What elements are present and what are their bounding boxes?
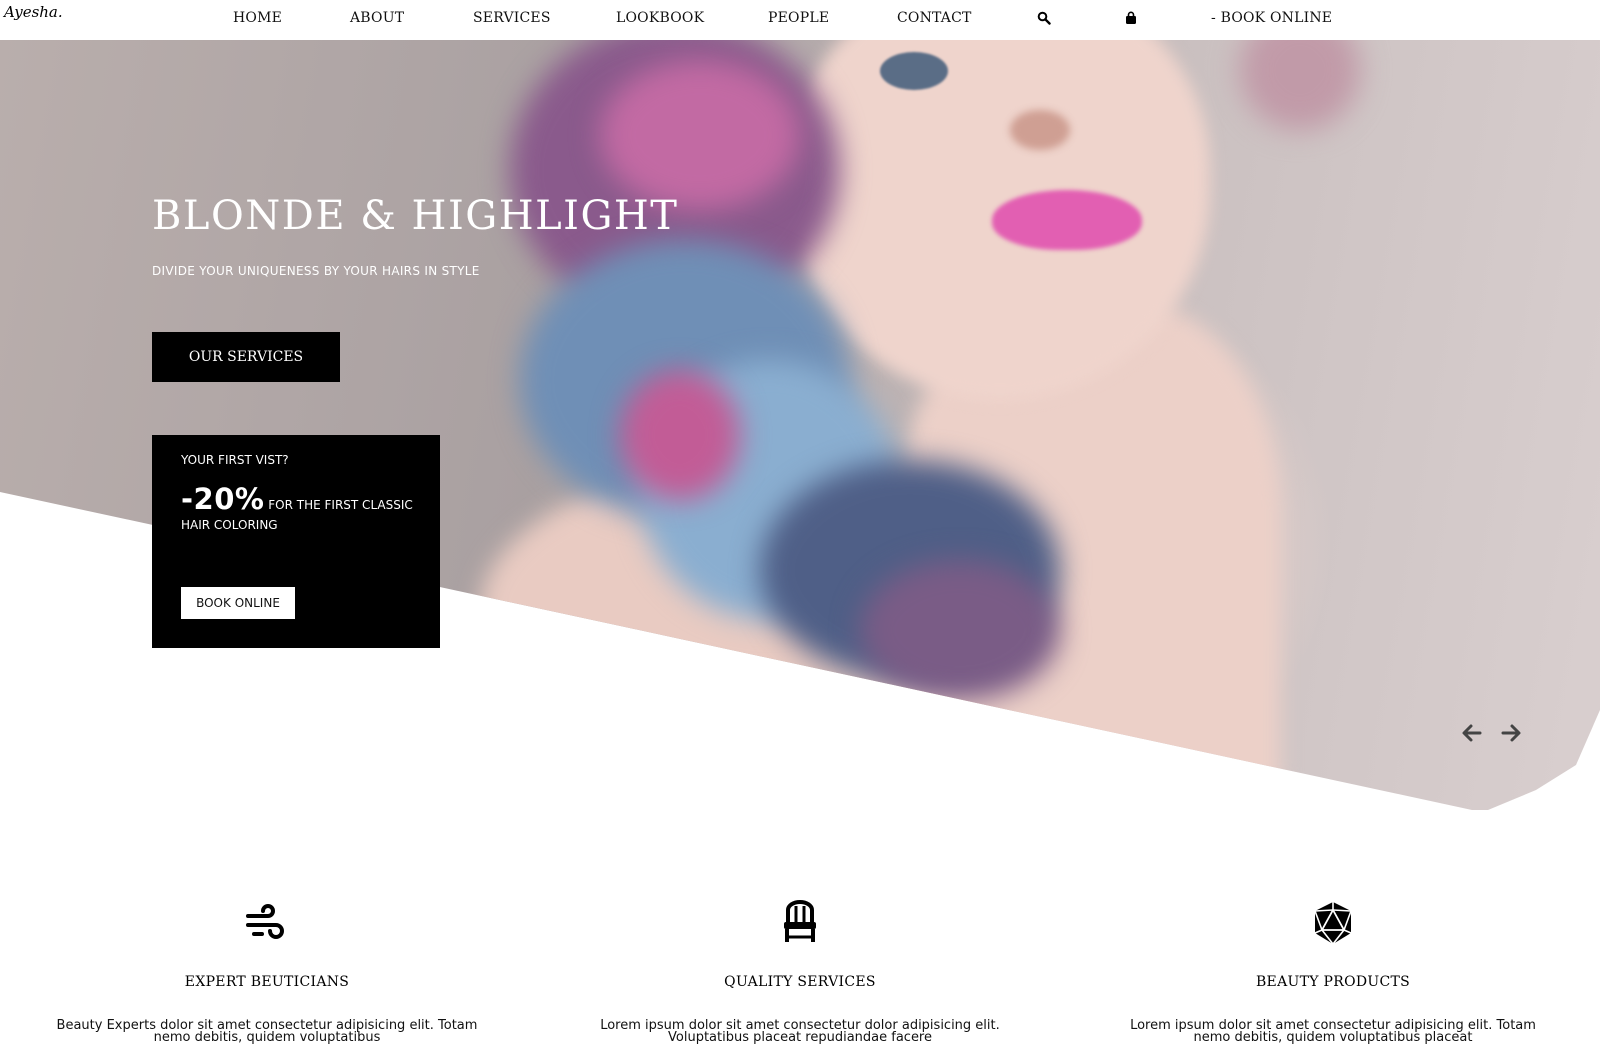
search-icon[interactable] bbox=[1037, 11, 1051, 25]
logo[interactable]: Ayesha. bbox=[4, 3, 63, 21]
nav-contact[interactable]: CONTACT bbox=[897, 10, 972, 26]
hero-title: BLONDE & HIGHLIGHT bbox=[152, 193, 679, 239]
feature-title: BEAUTY PRODUCTS bbox=[1255, 974, 1411, 990]
hero-nose bbox=[1010, 110, 1070, 150]
nav-book-online[interactable]: - BOOK ONLINE bbox=[1211, 10, 1332, 26]
hair-shape bbox=[1240, 40, 1360, 130]
nav-about[interactable]: ABOUT bbox=[350, 10, 404, 26]
promo-offer: -20% FOR THE FIRST CLASSIC HAIR COLORING bbox=[181, 485, 431, 535]
nav-home[interactable]: HOME bbox=[233, 10, 282, 26]
promo-book-online-button[interactable]: BOOK ONLINE bbox=[181, 587, 295, 619]
hair-shape bbox=[860, 560, 1060, 700]
feature-text: Lorem ipsum dolor sit amet consectetur d… bbox=[600, 1018, 1000, 1045]
nav-people[interactable]: PEOPLE bbox=[768, 10, 829, 26]
feature-title: EXPERT BEUTICIANS bbox=[184, 974, 350, 990]
hero-lips bbox=[992, 190, 1142, 250]
shopping-bag-icon[interactable] bbox=[1124, 11, 1138, 25]
hero-subtitle: DIVIDE YOUR UNIQUENESS BY YOUR HAIRS IN … bbox=[152, 264, 480, 278]
feature-text: Lorem ipsum dolor sit amet consectetur a… bbox=[1130, 1018, 1536, 1045]
top-navigation: Ayesha. HOME ABOUT SERVICES LOOKBOOK PEO… bbox=[0, 0, 1600, 40]
nav-lookbook[interactable]: LOOKBOOK bbox=[616, 10, 704, 26]
first-visit-promo: YOUR FIRST VIST? -20% FOR THE FIRST CLAS… bbox=[152, 435, 440, 648]
feature-quality-services: QUALITY SERVICES Lorem ipsum dolor sit a… bbox=[580, 900, 1020, 1044]
promo-discount: -20% bbox=[181, 482, 265, 516]
wind-icon bbox=[246, 904, 284, 939]
feature-text: Beauty Experts dolor sit amet consectetu… bbox=[56, 1018, 478, 1045]
arrow-right-icon[interactable] bbox=[1500, 722, 1522, 744]
feature-title: QUALITY SERVICES bbox=[724, 974, 876, 990]
hair-shape bbox=[600, 60, 800, 210]
hero-eye bbox=[880, 52, 948, 90]
hero-banner-image bbox=[0, 40, 1600, 810]
nav-services[interactable]: SERVICES bbox=[473, 10, 551, 26]
arrow-left-icon[interactable] bbox=[1461, 722, 1483, 744]
hair-shape bbox=[620, 370, 740, 500]
feature-beauty-products: BEAUTY PRODUCTS Lorem ipsum dolor sit am… bbox=[1113, 900, 1553, 1044]
promo-question: YOUR FIRST VIST? bbox=[181, 453, 289, 467]
gem-icon bbox=[1314, 902, 1352, 945]
salon-chair-icon bbox=[784, 900, 816, 942]
our-services-button[interactable]: OUR SERVICES bbox=[152, 332, 340, 382]
feature-expert-beauticians: EXPERT BEUTICIANS Beauty Experts dolor s… bbox=[47, 900, 487, 1044]
